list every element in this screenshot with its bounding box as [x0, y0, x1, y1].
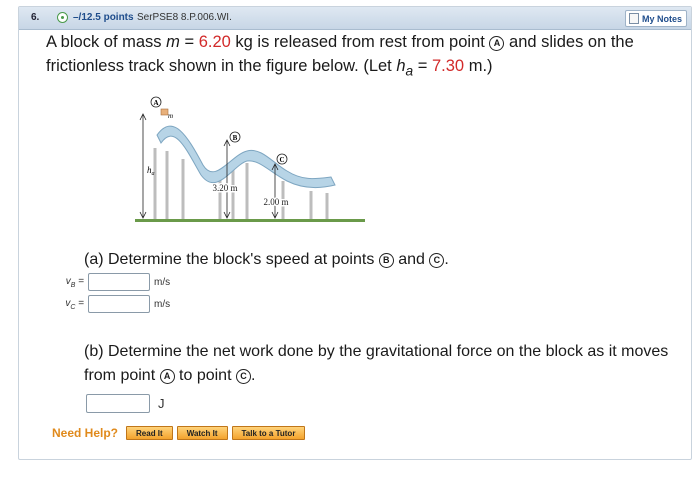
point-a-icon: A: [159, 369, 175, 384]
problem-text: A block of mass: [46, 33, 167, 51]
question-header: 6. –/12.5 points SerPSE8 8.P.006.WI. My …: [19, 7, 691, 30]
height-a-label: ha: [147, 165, 155, 177]
talk-to-tutor-button[interactable]: Talk to a Tutor: [231, 426, 306, 440]
ground: [135, 219, 365, 222]
part-a-text: .: [444, 251, 449, 268]
my-notes-label: My Notes: [641, 13, 682, 24]
part-a-question: (a) Determine the block's speed at point…: [84, 248, 449, 272]
mass-value: 6.20: [198, 33, 231, 51]
height-variable: h: [396, 57, 406, 75]
point-a-label: A: [153, 99, 158, 107]
track-figure: A m B C ha 3.20 m 2.00 m: [135, 96, 365, 222]
work-unit: J: [158, 395, 165, 411]
need-help-label: Need Help?: [52, 426, 119, 440]
vc-answer-row: vC = m/s: [54, 295, 170, 313]
mass-variable: m: [166, 33, 180, 51]
part-a-text: (a) Determine the block's speed at point…: [84, 251, 379, 268]
part-b-text: .: [250, 367, 256, 384]
problem-statement: A block of mass m = 6.20 kg is released …: [46, 30, 656, 83]
vc-label: vC =: [65, 297, 84, 311]
question-number: 6.: [31, 12, 40, 23]
point-c-icon: C: [429, 253, 445, 268]
points-label: –/12.5 points: [73, 12, 134, 23]
point-c-label: C: [279, 156, 284, 164]
problem-text: kg is released from rest from point: [230, 33, 490, 51]
mass-label: m: [168, 112, 173, 120]
height-c-label: 2.00 m: [263, 197, 288, 207]
part-b-question: (b) Determine the net work done by the g…: [84, 340, 674, 388]
read-it-button[interactable]: Read It: [126, 426, 173, 440]
my-notes-button[interactable]: My Notes: [624, 10, 687, 27]
vb-label: vB =: [65, 275, 84, 289]
point-b-icon: B: [378, 253, 394, 268]
question-id: SerPSE8 8.P.006.WI.: [137, 12, 232, 23]
point-a-icon: A: [489, 36, 505, 51]
need-help-bar: Need Help? Read It Watch It Talk to a Tu…: [52, 426, 309, 440]
problem-text: =: [179, 33, 199, 51]
work-answer-row: J: [86, 393, 165, 413]
status-circle-icon: [57, 12, 68, 23]
vb-unit: m/s: [154, 276, 171, 288]
height-b-label: 3.20 m: [212, 183, 237, 193]
notes-icon: [628, 13, 639, 24]
watch-it-button[interactable]: Watch It: [176, 426, 228, 440]
vb-answer-row: vB = m/s: [54, 273, 170, 291]
height-value: 7.30: [432, 57, 465, 75]
problem-text: m.): [464, 57, 493, 75]
point-c-icon: C: [235, 369, 251, 384]
vc-unit: m/s: [154, 298, 171, 310]
part-b-text: to point: [174, 367, 236, 384]
work-input[interactable]: [86, 393, 150, 413]
point-b-label: B: [233, 134, 238, 142]
vc-input[interactable]: [88, 295, 150, 313]
vb-input[interactable]: [88, 273, 150, 291]
problem-text: =: [413, 57, 432, 75]
block-icon: [160, 108, 169, 116]
part-a-text: and: [393, 251, 430, 268]
